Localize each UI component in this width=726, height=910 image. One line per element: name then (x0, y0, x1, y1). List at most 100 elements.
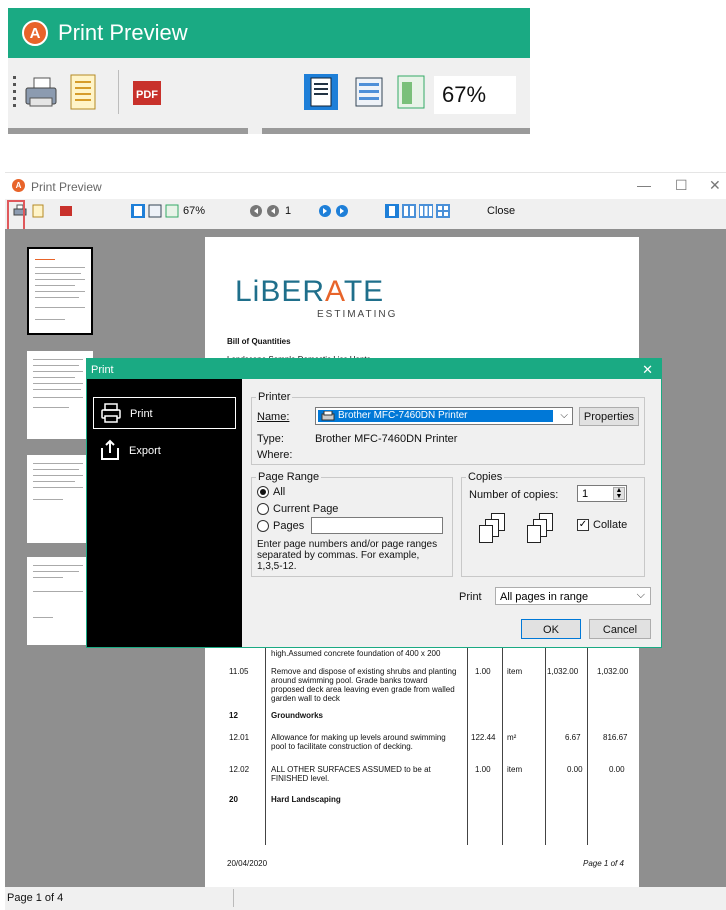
printer-small-icon (321, 411, 335, 421)
row-description: high.Assumed concrete foundation of 400 … (271, 649, 441, 658)
dialog-title-bar: Print ✕ (87, 359, 661, 379)
page-thumbnail[interactable] (27, 455, 93, 543)
zoomed-title: Print Preview (58, 20, 188, 45)
sidebar-item-print[interactable]: Print (93, 397, 236, 429)
page-range-hint: Enter page numbers and/or page ranges se… (257, 539, 438, 572)
close-preview-button[interactable]: Close (487, 205, 515, 217)
all-label: All (273, 486, 286, 498)
four-page-layout-icon[interactable] (436, 204, 450, 218)
maximize-button[interactable]: ☐ (675, 177, 688, 194)
toolbar-underline (262, 128, 530, 134)
print-dialog: Print ✕ Print Export Printer Name: Broth… (86, 358, 662, 648)
row-description: Groundworks (271, 711, 324, 720)
row-unit: item (507, 765, 523, 774)
whole-page-view-icon[interactable] (165, 204, 179, 218)
document-heading: Bill of Quantities (227, 337, 291, 346)
page-thumbnail[interactable] (27, 351, 93, 439)
window-title-bar: A Print Preview — ☐ ✕ (5, 173, 726, 199)
row-description: Allowance for making up levels around sw… (271, 733, 446, 751)
spinner-arrows-icon[interactable]: ▲ ▼ (613, 487, 625, 500)
printer-icon (101, 403, 121, 423)
all-radio[interactable] (257, 486, 269, 498)
toolbar-grip-icon (13, 76, 16, 107)
row-ref: 11.05 (229, 667, 249, 676)
status-bar: Page 1 of 4 (5, 887, 726, 910)
cancel-button[interactable]: Cancel (589, 619, 651, 639)
zoom-level-value[interactable]: 67% (183, 205, 205, 217)
row-description: Hard Landscaping (271, 795, 341, 804)
app-logo-icon: A (22, 20, 48, 46)
printer-select[interactable]: Brother MFC-7460DN Printer ⌵ (315, 407, 573, 425)
zoomed-toolbar: PDF 67% (8, 58, 530, 134)
row-description: Remove and dispose of existing shrubs an… (271, 667, 457, 703)
window-title: Print Preview (31, 180, 102, 194)
row-qty: 122.44 (471, 733, 496, 742)
one-page-layout-icon[interactable] (385, 204, 399, 218)
row-qty: 1.00 (475, 667, 491, 676)
single-page-view-icon[interactable] (304, 74, 338, 110)
print-range-select[interactable]: All pages in range ⌵ (495, 587, 651, 605)
page-thumbnail[interactable] (27, 247, 93, 335)
sidebar-item-label: Export (129, 445, 161, 457)
page-setup-icon[interactable] (70, 74, 96, 110)
sidebar-item-label: Print (130, 408, 153, 420)
type-value: Brother MFC-7460DN Printer (315, 433, 458, 445)
where-label: Where: (257, 449, 293, 461)
ok-button[interactable]: OK (521, 619, 581, 639)
page-range-group-title: Page Range (256, 471, 322, 483)
toolbar-underline (8, 128, 248, 134)
row-ref: 20 (229, 795, 238, 804)
pages-radio[interactable] (257, 520, 269, 532)
close-dialog-icon[interactable]: ✕ (642, 362, 653, 378)
status-page-text: Page 1 of 4 (7, 892, 64, 904)
pages-input[interactable] (311, 517, 443, 534)
single-page-view-icon[interactable] (131, 204, 145, 218)
current-page-label: Current Page (273, 503, 339, 515)
zoom-level-field[interactable]: 67% (434, 76, 516, 114)
three-page-layout-icon[interactable] (419, 204, 433, 218)
whole-page-view-icon[interactable] (396, 74, 426, 110)
row-rate: 6.67 (565, 733, 581, 742)
page-number-field[interactable]: 1 (285, 205, 291, 217)
previous-page-icon[interactable] (266, 204, 280, 218)
row-total: 1,032.00 (597, 667, 629, 676)
footer-date: 20/04/2020 (227, 859, 268, 868)
zoomed-title-bar: A Print Preview (8, 8, 530, 58)
pages-label: Pages (273, 520, 305, 532)
copies-value: 1 (582, 488, 589, 500)
row-ref: 12 (229, 711, 238, 720)
minimize-button[interactable]: — (637, 177, 651, 193)
properties-button[interactable]: Properties (579, 407, 639, 426)
current-page-radio[interactable] (257, 503, 269, 515)
first-page-icon[interactable] (249, 204, 263, 218)
print-icon[interactable] (24, 76, 58, 110)
dialog-title: Print (91, 364, 114, 376)
pdf-export-icon[interactable] (59, 204, 73, 218)
dialog-sidebar: Print Export (87, 379, 242, 647)
page-width-view-icon[interactable] (148, 204, 162, 218)
pdf-export-icon[interactable]: PDF (132, 80, 162, 106)
sidebar-item-export[interactable]: Export (93, 435, 236, 467)
copies-spinner[interactable]: 1 ▲ ▼ (577, 485, 627, 502)
row-qty: 1.00 (475, 765, 491, 774)
row-rate: 1,032.00 (547, 667, 579, 676)
print-range-value: All pages in range (500, 591, 589, 603)
page-setup-icon[interactable] (31, 204, 45, 218)
last-page-icon[interactable] (335, 204, 349, 218)
zoom-level-value: 67% (442, 82, 487, 107)
next-page-icon[interactable] (318, 204, 332, 218)
company-logo-subtitle: ESTIMATING (317, 309, 398, 320)
page-thumbnail[interactable] (27, 557, 93, 645)
page-width-view-icon[interactable] (352, 74, 386, 110)
print-range-label: Print (459, 591, 482, 603)
two-page-layout-icon[interactable] (402, 204, 416, 218)
export-icon (101, 439, 119, 460)
close-window-button[interactable]: ✕ (709, 177, 721, 194)
collate-checkbox[interactable]: ✓ (577, 519, 589, 531)
row-total: 816.67 (603, 733, 628, 742)
company-logo: LiBERATE (235, 275, 385, 308)
row-total: 0.00 (609, 765, 625, 774)
app-logo-icon: A (11, 178, 26, 193)
row-rate: 0.00 (567, 765, 583, 774)
footer-page: Page 1 of 4 (583, 859, 624, 868)
